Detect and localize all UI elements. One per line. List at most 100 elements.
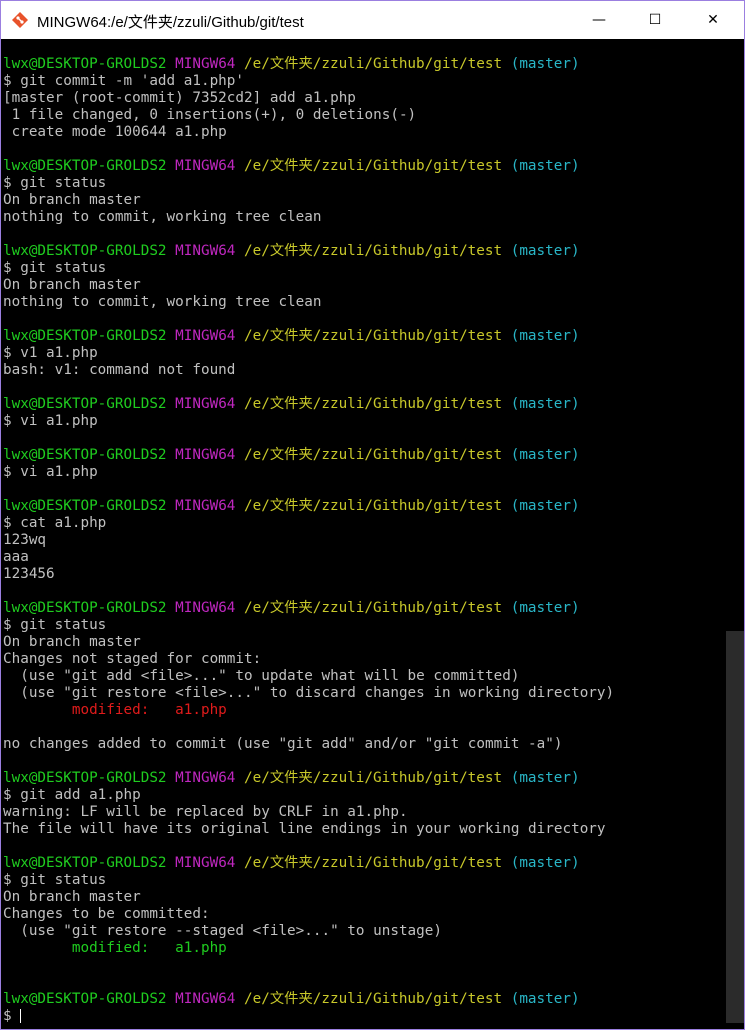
prompt-line: lwx@DESKTOP-GROLDS2 MINGW64 /e/文件夹/zzuli… bbox=[3, 855, 725, 872]
output-line: aaa bbox=[3, 549, 29, 565]
prompt-path: /e/文件夹/zzuli/Github/git/test bbox=[244, 855, 503, 871]
prompt-branch: (master) bbox=[510, 56, 580, 72]
prompt-branch: (master) bbox=[510, 328, 580, 344]
prompt-branch: (master) bbox=[510, 770, 580, 786]
git-bash-icon bbox=[12, 12, 28, 28]
output-line: $ git status bbox=[3, 872, 107, 888]
text-cursor bbox=[20, 1009, 22, 1023]
prompt-branch: (master) bbox=[510, 447, 580, 463]
prompt-shell: MINGW64 bbox=[175, 600, 236, 616]
close-icon: ✕ bbox=[707, 12, 719, 28]
output-line: $ v1 a1.php bbox=[3, 345, 98, 361]
terminal-window: MINGW64:/e/文件夹/zzuli/Github/git/test — ☐… bbox=[0, 0, 745, 1030]
output-line: Changes to be committed: bbox=[3, 906, 210, 922]
prompt-user-host: lwx@DESKTOP-GROLDS2 bbox=[3, 498, 167, 514]
prompt-line: lwx@DESKTOP-GROLDS2 MINGW64 /e/文件夹/zzuli… bbox=[3, 447, 725, 464]
prompt-line: lwx@DESKTOP-GROLDS2 MINGW64 /e/文件夹/zzuli… bbox=[3, 498, 725, 515]
prompt-line: lwx@DESKTOP-GROLDS2 MINGW64 /e/文件夹/zzuli… bbox=[3, 600, 725, 617]
prompt-shell: MINGW64 bbox=[175, 243, 236, 259]
minimize-button[interactable]: — bbox=[576, 1, 622, 39]
prompt-branch: (master) bbox=[510, 396, 580, 412]
vertical-scrollbar[interactable] bbox=[726, 39, 744, 1029]
prompt-shell: MINGW64 bbox=[175, 991, 236, 1007]
prompt-user-host: lwx@DESKTOP-GROLDS2 bbox=[3, 447, 167, 463]
output-line: modified: a1.php bbox=[3, 940, 227, 956]
output-line: The file will have its original line end… bbox=[3, 821, 606, 837]
output-line: $ git status bbox=[3, 260, 107, 276]
prompt-line: lwx@DESKTOP-GROLDS2 MINGW64 /e/文件夹/zzuli… bbox=[3, 396, 725, 413]
command-input-line[interactable]: $ bbox=[3, 1008, 725, 1025]
title-bar[interactable]: MINGW64:/e/文件夹/zzuli/Github/git/test — ☐… bbox=[1, 1, 744, 39]
prompt-path: /e/文件夹/zzuli/Github/git/test bbox=[244, 158, 503, 174]
prompt-user-host: lwx@DESKTOP-GROLDS2 bbox=[3, 56, 167, 72]
prompt-branch: (master) bbox=[510, 600, 580, 616]
output-line: (use "git restore --staged <file>..." to… bbox=[3, 923, 442, 939]
prompt-line: lwx@DESKTOP-GROLDS2 MINGW64 /e/文件夹/zzuli… bbox=[3, 158, 725, 175]
prompt-user-host: lwx@DESKTOP-GROLDS2 bbox=[3, 770, 167, 786]
prompt-user-host: lwx@DESKTOP-GROLDS2 bbox=[3, 396, 167, 412]
prompt-path: /e/文件夹/zzuli/Github/git/test bbox=[244, 243, 503, 259]
prompt-shell: MINGW64 bbox=[175, 498, 236, 514]
prompt-path: /e/文件夹/zzuli/Github/git/test bbox=[244, 498, 503, 514]
output-line: $ vi a1.php bbox=[3, 413, 98, 429]
window-title: MINGW64:/e/文件夹/zzuli/Github/git/test bbox=[37, 14, 304, 31]
output-line: [master (root-commit) 7352cd2] add a1.ph… bbox=[3, 90, 356, 106]
output-line: 123456 bbox=[3, 566, 55, 582]
prompt-path: /e/文件夹/zzuli/Github/git/test bbox=[244, 447, 503, 463]
output-line: $ git add a1.php bbox=[3, 787, 141, 803]
prompt-path: /e/文件夹/zzuli/Github/git/test bbox=[244, 328, 503, 344]
output-line: $ cat a1.php bbox=[3, 515, 107, 531]
output-line: create mode 100644 a1.php bbox=[3, 124, 227, 140]
prompt-user-host: lwx@DESKTOP-GROLDS2 bbox=[3, 243, 167, 259]
prompt-line: lwx@DESKTOP-GROLDS2 MINGW64 /e/文件夹/zzuli… bbox=[3, 56, 725, 73]
prompt-line: lwx@DESKTOP-GROLDS2 MINGW64 /e/文件夹/zzuli… bbox=[3, 243, 725, 260]
maximize-button[interactable]: ☐ bbox=[632, 1, 678, 39]
prompt-shell: MINGW64 bbox=[175, 855, 236, 871]
prompt-branch: (master) bbox=[510, 855, 580, 871]
prompt-shell: MINGW64 bbox=[175, 56, 236, 72]
prompt-shell: MINGW64 bbox=[175, 770, 236, 786]
output-line: $ git commit -m 'add a1.php' bbox=[3, 73, 245, 89]
prompt-user-host: lwx@DESKTOP-GROLDS2 bbox=[3, 600, 167, 616]
scrollbar-thumb[interactable] bbox=[726, 631, 744, 1023]
prompt-path: /e/文件夹/zzuli/Github/git/test bbox=[244, 56, 503, 72]
output-line: (use "git add <file>..." to update what … bbox=[3, 668, 520, 684]
output-line: nothing to commit, working tree clean bbox=[3, 209, 322, 225]
prompt-path: /e/文件夹/zzuli/Github/git/test bbox=[244, 991, 503, 1007]
prompt-branch: (master) bbox=[510, 158, 580, 174]
close-button[interactable]: ✕ bbox=[690, 1, 736, 39]
output-line: On branch master bbox=[3, 889, 141, 905]
output-line: 123wq bbox=[3, 532, 47, 548]
output-line: (use "git restore <file>..." to discard … bbox=[3, 685, 615, 701]
prompt-branch: (master) bbox=[510, 991, 580, 1007]
prompt-user-host: lwx@DESKTOP-GROLDS2 bbox=[3, 855, 167, 871]
output-line: On branch master bbox=[3, 192, 141, 208]
output-line: bash: v1: command not found bbox=[3, 362, 236, 378]
prompt-line: lwx@DESKTOP-GROLDS2 MINGW64 /e/文件夹/zzuli… bbox=[3, 328, 725, 345]
terminal-output[interactable]: lwx@DESKTOP-GROLDS2 MINGW64 /e/文件夹/zzuli… bbox=[3, 56, 725, 1026]
prompt-branch: (master) bbox=[510, 498, 580, 514]
output-line: nothing to commit, working tree clean bbox=[3, 294, 322, 310]
prompt-branch: (master) bbox=[510, 243, 580, 259]
output-line: $ git status bbox=[3, 175, 107, 191]
maximize-icon: ☐ bbox=[648, 12, 662, 28]
prompt-path: /e/文件夹/zzuli/Github/git/test bbox=[244, 396, 503, 412]
output-line: On branch master bbox=[3, 634, 141, 650]
prompt-line: lwx@DESKTOP-GROLDS2 MINGW64 /e/文件夹/zzuli… bbox=[3, 770, 725, 787]
output-line: no changes added to commit (use "git add… bbox=[3, 736, 563, 752]
prompt-shell: MINGW64 bbox=[175, 328, 236, 344]
output-line: On branch master bbox=[3, 277, 141, 293]
prompt-shell: MINGW64 bbox=[175, 447, 236, 463]
output-line: $ vi a1.php bbox=[3, 464, 98, 480]
